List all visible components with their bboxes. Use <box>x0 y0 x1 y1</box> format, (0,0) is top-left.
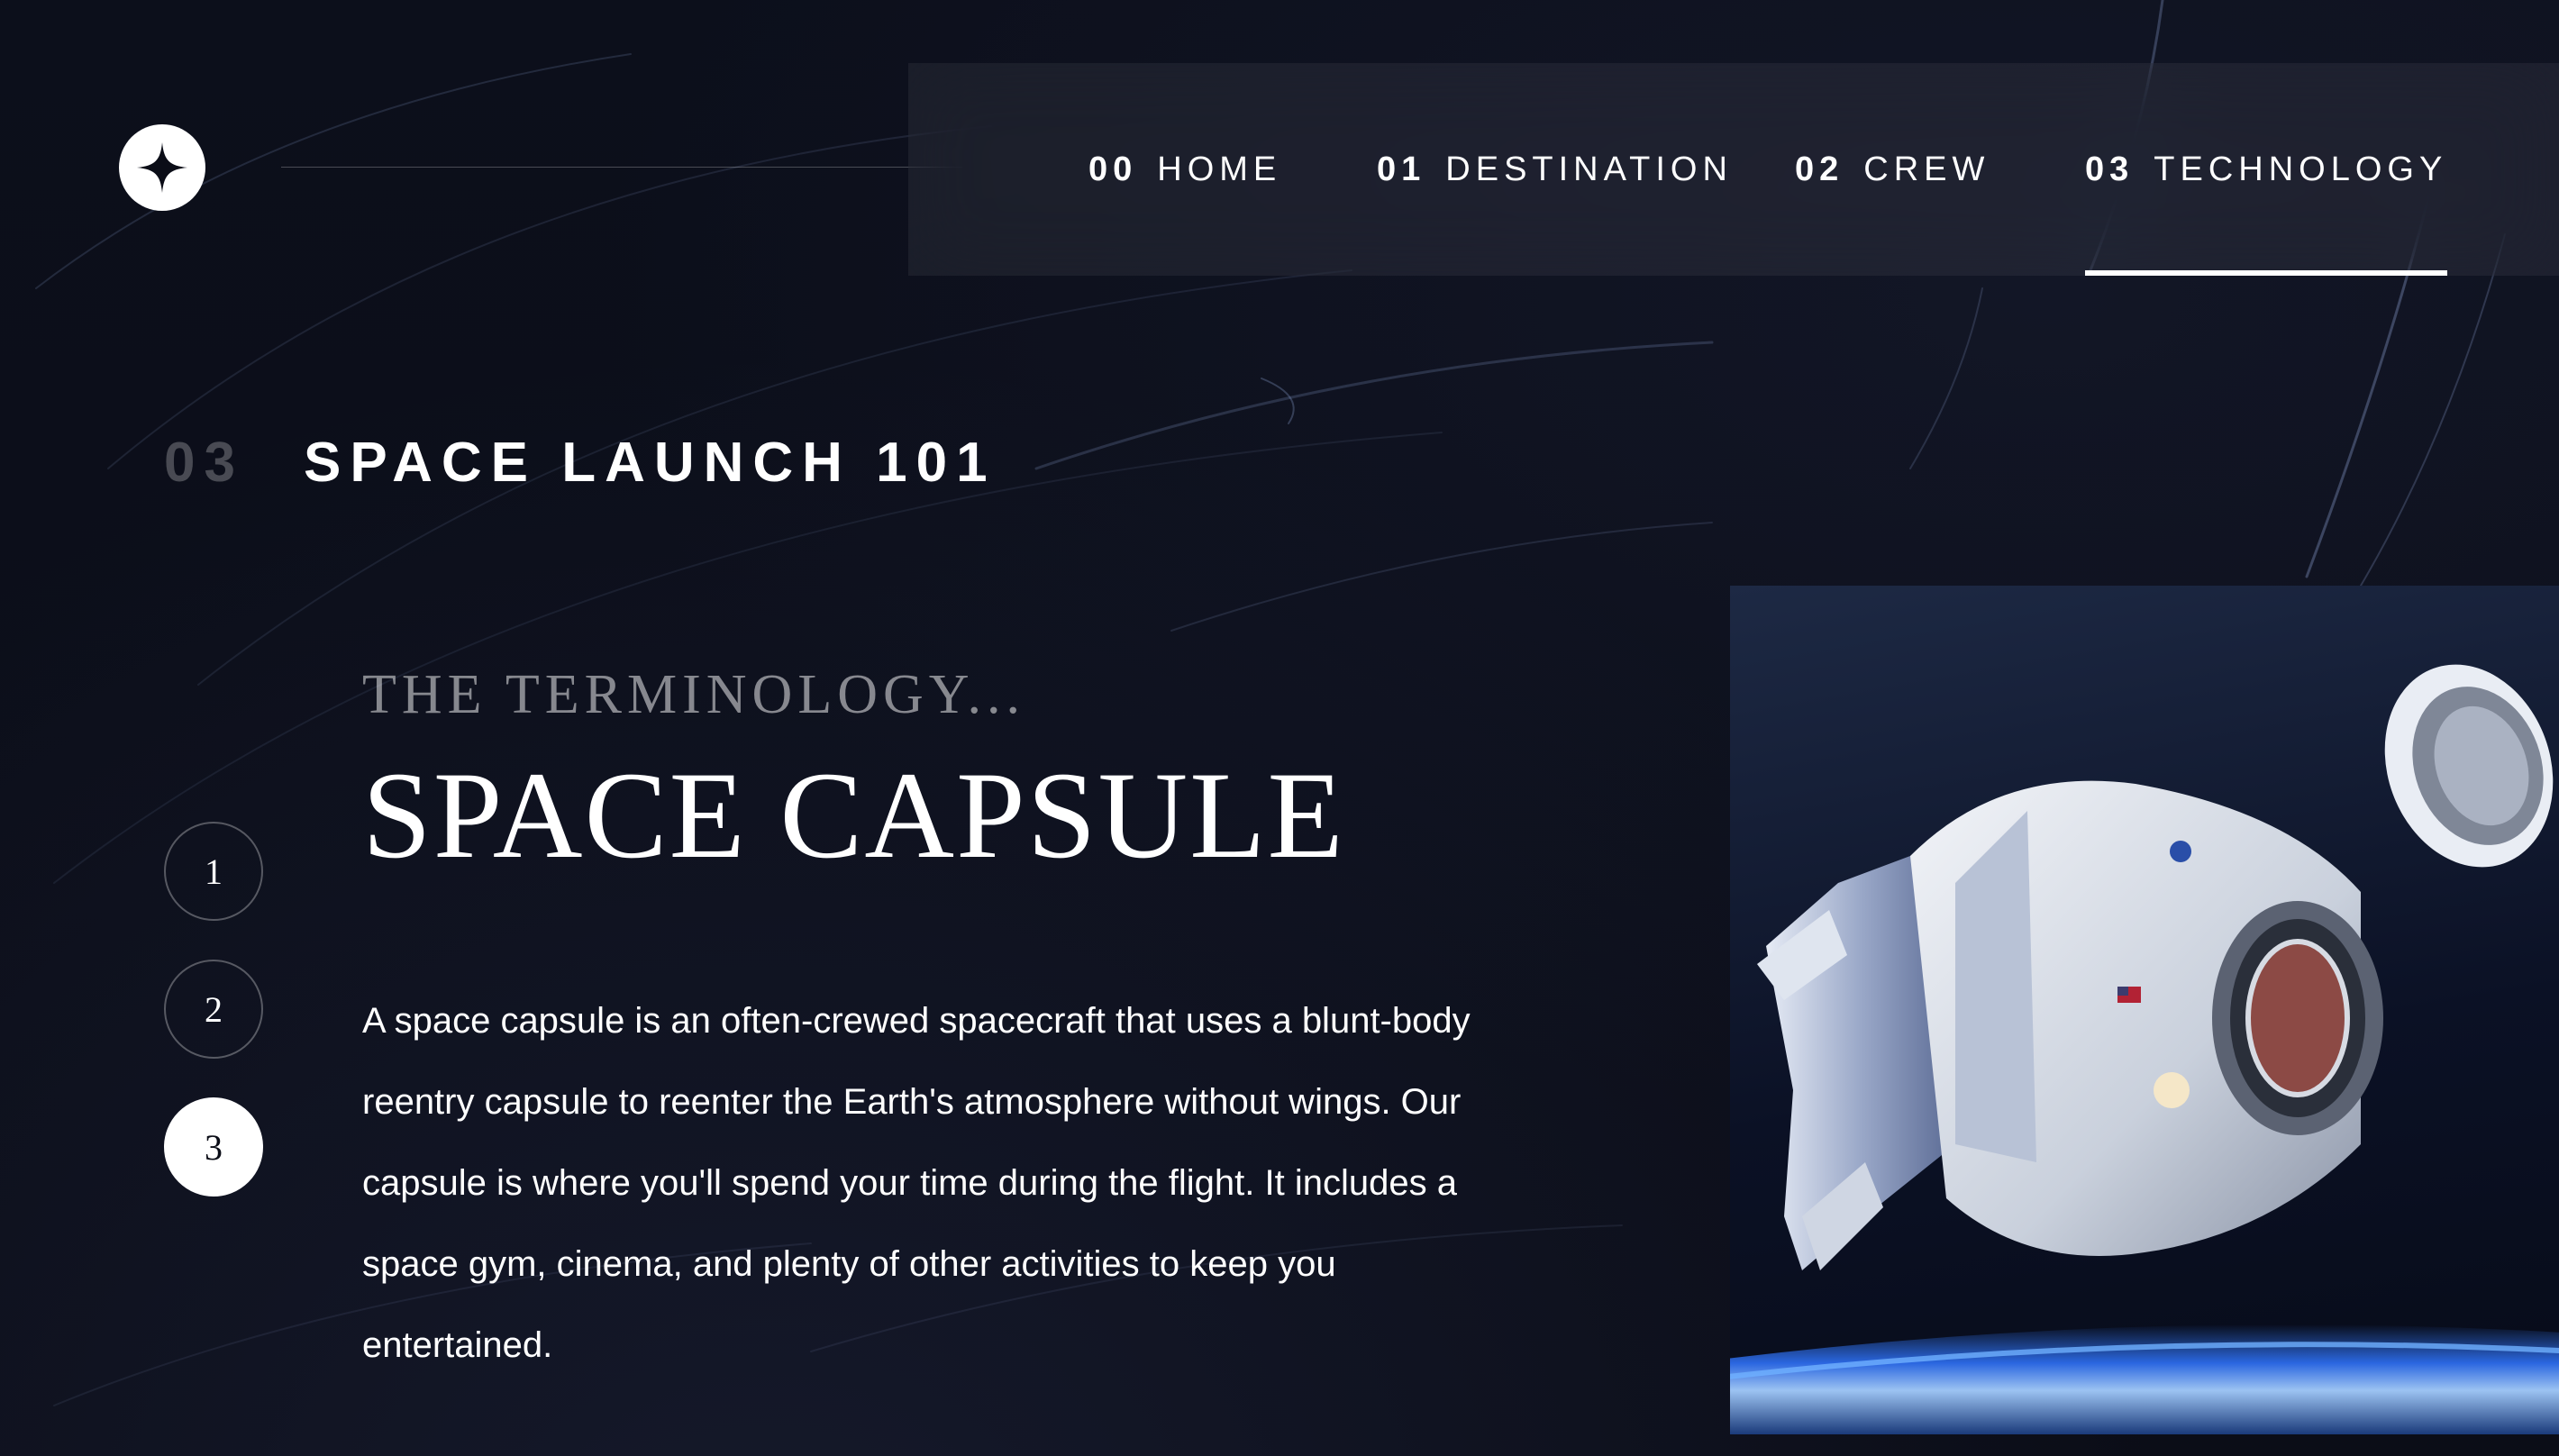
terminology-subheading: THE TERMINOLOGY... <box>362 664 1026 725</box>
step-2-button[interactable]: 2 <box>164 960 263 1059</box>
nav-crew-number: 02 <box>1795 150 1844 188</box>
page-heading-text: SPACE LAUNCH 101 <box>303 432 997 494</box>
nav-destination[interactable]: 01 DESTINATION <box>1377 63 1733 276</box>
nav-destination-label: DESTINATION <box>1445 150 1733 188</box>
nav-crew[interactable]: 02 CREW <box>1795 63 1990 276</box>
nav-technology[interactable]: 03 TECHNOLOGY <box>2085 63 2448 276</box>
page-heading: 03 SPACE LAUNCH 101 <box>164 431 997 495</box>
main-navigation: 00 HOME 01 DESTINATION 02 CREW 03 TECHNO… <box>908 63 2559 276</box>
nav-crew-label: CREW <box>1863 150 1990 188</box>
technology-title: SPACE CAPSULE <box>362 746 1345 884</box>
page-heading-number: 03 <box>164 432 244 494</box>
technology-description: A space capsule is an often-crewed space… <box>362 1001 1471 1365</box>
nav-home-label: HOME <box>1157 150 1282 188</box>
nav-technology-label: TECHNOLOGY <box>2154 150 2448 188</box>
step-3-button[interactable]: 3 <box>164 1097 263 1197</box>
nav-home[interactable]: 00 HOME <box>1088 63 1281 276</box>
space-capsule-image <box>1730 586 2559 1434</box>
nav-destination-number: 01 <box>1377 150 1426 188</box>
header-divider <box>281 167 962 168</box>
step-1-button[interactable]: 1 <box>164 822 263 921</box>
nav-technology-number: 03 <box>2085 150 2135 188</box>
nav-home-number: 00 <box>1088 150 1138 188</box>
star-logo-icon[interactable] <box>119 124 205 211</box>
